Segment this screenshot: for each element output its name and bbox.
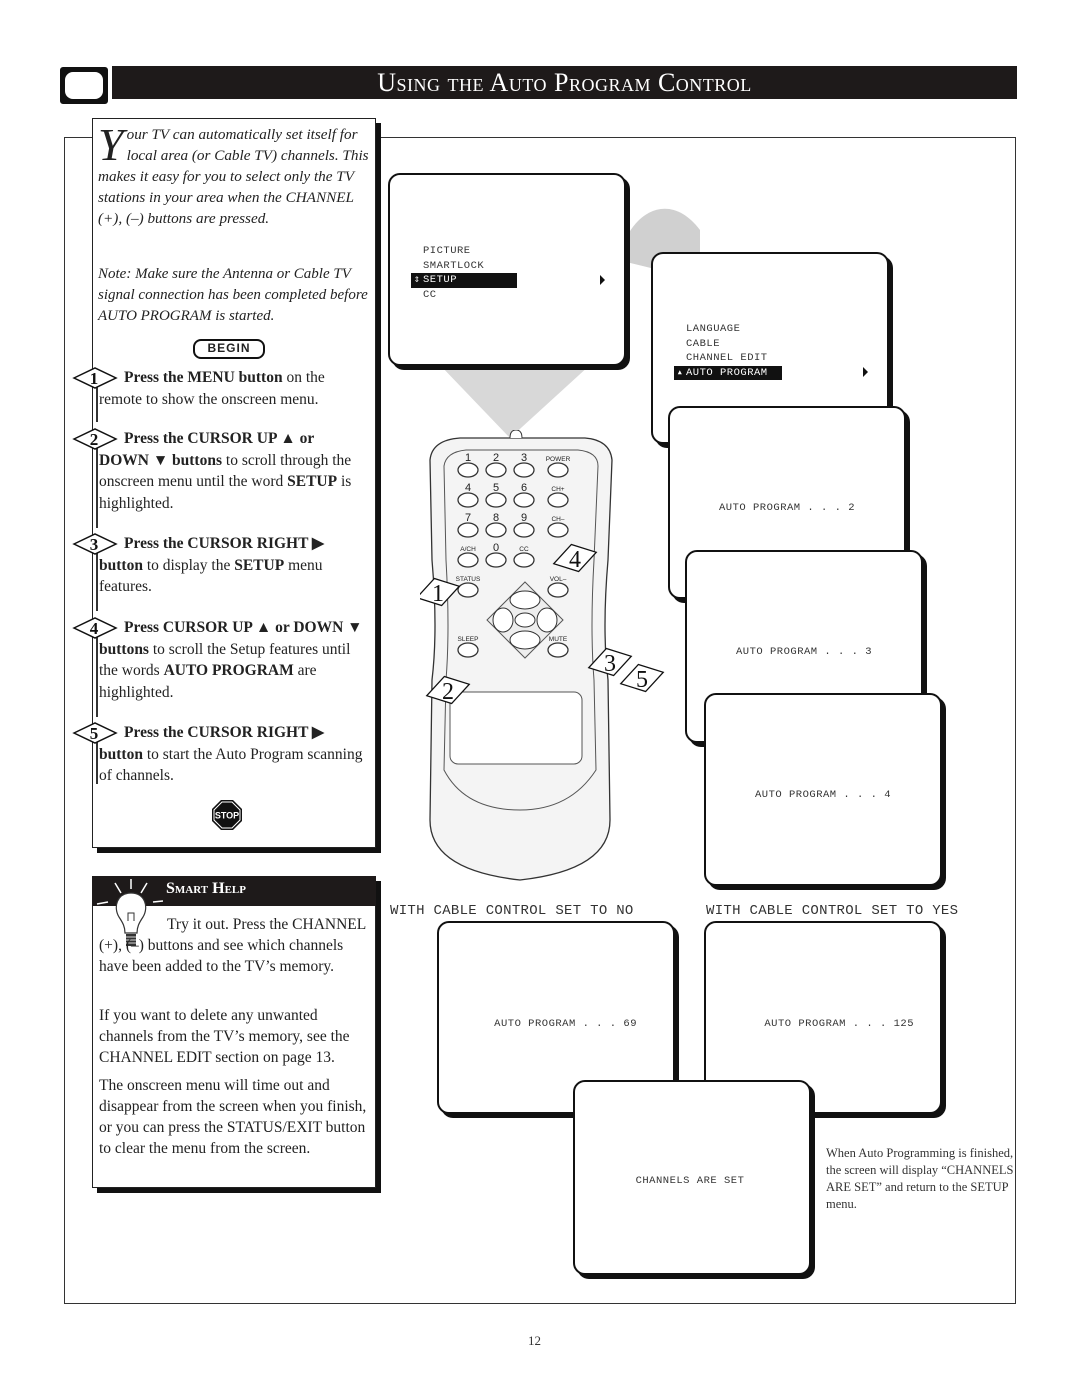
remote-button-label: 9: [521, 512, 527, 524]
remote-button-label: 6: [521, 482, 527, 494]
scroll-marker-icon: ⇕: [413, 274, 421, 286]
menu-item-picture[interactable]: PICTURE: [411, 244, 517, 259]
menu-item-auto-program[interactable]: ▴ AUTO PROGRAM: [674, 365, 782, 380]
intro-paragraph: Your TV can automatically set itself for…: [98, 119, 369, 228]
remote-button-vol-: [547, 582, 569, 598]
svg-text:3: 3: [90, 535, 99, 554]
remote-button-label: 1: [465, 452, 471, 464]
step-connector: [96, 386, 98, 422]
step-connector: [96, 448, 98, 528]
step-1-text: Press the MENU button on the remote to s…: [99, 369, 325, 408]
menu-item-smartlock[interactable]: SMARTLOCK: [411, 259, 517, 274]
remote-button-label: 4: [465, 482, 471, 494]
remote-button-7: [457, 522, 479, 538]
page-title: Using the Auto Program Control: [377, 67, 752, 97]
smart-help-tip: Try it out. Press the CHANNEL (+), (–) b…: [99, 916, 366, 975]
note-paragraph: Note: Make sure the Antenna or Cable TV …: [98, 266, 368, 324]
remote-button-8: [485, 522, 507, 538]
remote-button-label: 2: [493, 452, 499, 464]
remote-button-label: 5: [493, 482, 499, 494]
remote-button-ch-: [547, 522, 569, 538]
remote-button-status: [457, 582, 479, 598]
svg-text:2: 2: [90, 430, 99, 449]
scroll-marker-icon: ▴: [676, 366, 684, 379]
remote-button-label: 3: [521, 452, 527, 464]
remote-button-6: [513, 492, 535, 508]
smart-help-title: Smart Help: [166, 880, 246, 897]
remote-button-2: [485, 462, 507, 478]
remote-button-0: [485, 552, 507, 568]
remote-button-label: CC: [519, 546, 529, 553]
menu-button: [514, 612, 536, 628]
menu-item-channel-edit[interactable]: CHANNEL EDIT: [674, 351, 782, 366]
cable-no-result: AUTO PROGRAM . . . 69: [494, 1018, 637, 1030]
cable-no-label: WITH CABLE CONTROL SET TO NO: [390, 903, 634, 919]
remote-button-sleep: [457, 642, 479, 658]
cable-yes-result: AUTO PROGRAM . . . 125: [764, 1018, 914, 1030]
page-title-bar: Using the Auto Program Control: [112, 66, 1017, 99]
arrow-right-icon: [600, 275, 605, 285]
smart-help-delete-note: If you want to delete any unwanted chann…: [99, 1007, 350, 1066]
remote-button-1: [457, 462, 479, 478]
remote-button-label: 7: [465, 512, 471, 524]
progress-text-2: AUTO PROGRAM . . . 3: [735, 646, 873, 658]
remote-button-4: [457, 492, 479, 508]
step-connector: [96, 553, 98, 611]
menu-item-language[interactable]: LANGUAGE: [674, 322, 782, 337]
remote-button-mute: [547, 642, 569, 658]
menu-item-cc[interactable]: CC: [411, 288, 517, 303]
remote-button-ch-: [547, 492, 569, 508]
main-menu: PICTURE SMARTLOCK ⇕ SETUP CC: [411, 244, 517, 302]
final-screen-text: CHANNELS ARE SET: [635, 1175, 745, 1187]
remote-button-label: VOL–: [550, 576, 567, 583]
svg-text:5: 5: [636, 667, 648, 693]
step-2-text: Press the CURSOR UP ▲ or DOWN ▼ buttons …: [99, 430, 352, 512]
progress-text-3: AUTO PROGRAM . . . 4: [754, 789, 892, 801]
remote-button-label: 8: [493, 512, 499, 524]
page-number: 12: [528, 1333, 541, 1348]
remote-button-label: CH+: [551, 486, 564, 493]
drop-cap: Y: [98, 119, 124, 170]
remote-button-label: A/CH: [460, 546, 476, 553]
remote-button-cc: [513, 552, 535, 568]
svg-text:3: 3: [604, 651, 616, 677]
step-3-text: Press the CURSOR RIGHT ▶ button to displ…: [99, 535, 324, 595]
remote-button-label: MUTE: [549, 636, 568, 643]
step-connector: [96, 637, 98, 717]
remote-button-label: SLEEP: [458, 636, 479, 643]
menu-item-setup[interactable]: ⇕ SETUP: [411, 273, 517, 288]
remote-button-5: [485, 492, 507, 508]
svg-text:4: 4: [90, 619, 99, 638]
setup-menu: LANGUAGE CABLE CHANNEL EDIT ▴ AUTO PROGRAM: [674, 322, 782, 380]
remote-control: 1 2 3 POWER 4 5 6 CH+ 7 8 9 CH– A/CH 0 CC STATUS VOL– SLE…: [420, 430, 665, 881]
callout-step-5: 5: [619, 663, 665, 693]
svg-text:5: 5: [90, 724, 99, 743]
begin-badge: BEGIN: [193, 339, 265, 359]
smart-help-timeout-note: The onscreen menu will time out and disa…: [99, 1077, 367, 1157]
remote-button-label: POWER: [546, 456, 571, 463]
remote-button-a-ch: [457, 552, 479, 568]
remote-button-label: CH–: [551, 516, 564, 523]
step-4-text: Press CURSOR UP ▲ or DOWN ▼ buttons to s…: [99, 619, 363, 701]
tv-icon: [60, 67, 108, 104]
step-connector: [96, 742, 98, 784]
remote-button-label: 0: [493, 542, 499, 554]
svg-text:2: 2: [442, 679, 454, 705]
svg-text:1: 1: [432, 581, 444, 607]
remote-button-3: [513, 462, 535, 478]
remote-button-power: [547, 462, 569, 478]
stop-label: STOP: [215, 811, 239, 821]
progress-text-1: AUTO PROGRAM . . . 2: [718, 502, 856, 514]
completion-caption: When Auto Programming is finished, the s…: [826, 1146, 1014, 1211]
menu-item-cable[interactable]: CABLE: [674, 337, 782, 352]
svg-text:4: 4: [569, 547, 581, 573]
remote-button-9: [513, 522, 535, 538]
arrow-right-icon: [863, 367, 868, 377]
step-5-text: Press the CURSOR RIGHT ▶ button to start…: [99, 724, 363, 784]
stop-sign-icon: STOP: [212, 800, 242, 830]
svg-text:1: 1: [90, 369, 99, 388]
cable-yes-label: WITH CABLE CONTROL SET TO YES: [706, 903, 959, 919]
remote-button-label: STATUS: [456, 576, 481, 583]
